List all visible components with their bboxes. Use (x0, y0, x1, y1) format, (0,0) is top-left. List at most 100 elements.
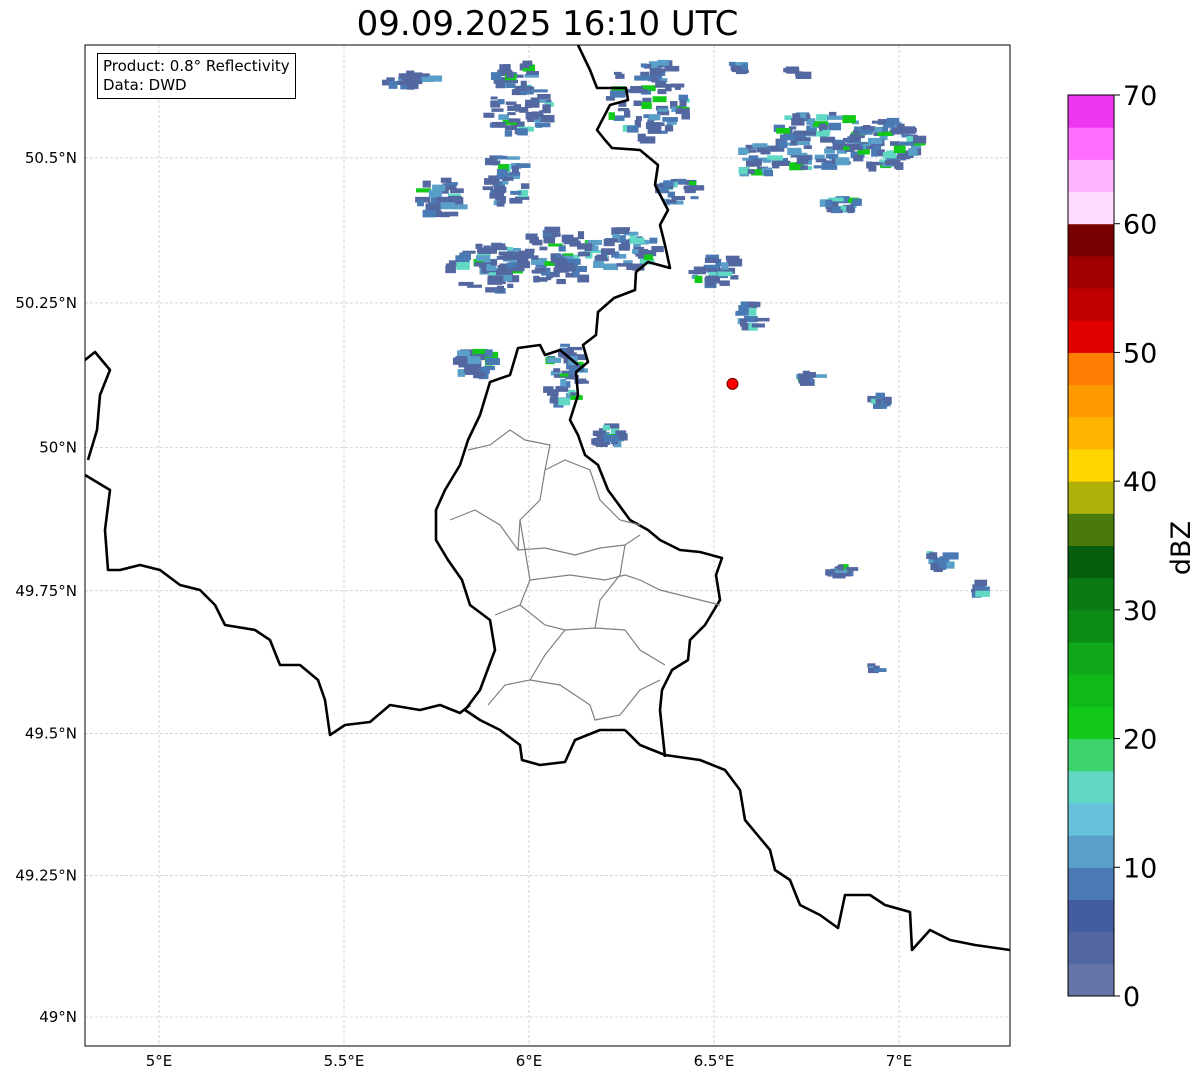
echo-pixel (593, 437, 604, 446)
echo-pixel (401, 76, 411, 81)
colorbar-bin (1068, 802, 1114, 836)
echo-pixel (728, 61, 736, 66)
echo-pixel (495, 83, 506, 89)
echo-pixel (511, 165, 519, 174)
echo-cell (482, 155, 531, 207)
echo-pixel (533, 275, 540, 283)
echo-pixel (490, 259, 498, 266)
echo-pixel (507, 112, 516, 116)
echo-pixel (649, 237, 658, 243)
echo-pixel (735, 311, 749, 316)
colorbar-bin (1068, 545, 1114, 579)
colorbar-bin (1068, 320, 1114, 353)
colorbar-bin (1068, 255, 1114, 289)
echo-pixel (525, 233, 538, 240)
echo-pixel (456, 261, 470, 270)
lat-tick-label: 50.25°N (15, 294, 77, 312)
echo-pixel (911, 135, 927, 144)
echo-cell (867, 663, 887, 674)
echo-pixel (886, 150, 895, 155)
echo-cell (796, 370, 827, 386)
echo-pixel (828, 122, 842, 131)
echo-pixel (679, 100, 687, 107)
colorbar-bin (1068, 191, 1114, 225)
echo-pixel (556, 278, 566, 285)
echo-pixel (974, 579, 988, 587)
echo-pixel (520, 183, 530, 190)
echo-cell (517, 226, 609, 285)
echo-cell (846, 117, 927, 172)
echo-pixel (747, 169, 755, 174)
echo-pixel (632, 249, 639, 254)
echo-pixel (748, 307, 757, 316)
echo-pixel (546, 357, 562, 363)
echo-pixel (566, 347, 575, 353)
echo-pixel (868, 165, 876, 169)
echo-pixel (694, 275, 703, 283)
colorbar-bin (1068, 95, 1114, 128)
colorbar-tick-label: 50 (1123, 338, 1157, 369)
echo-pixel (899, 155, 907, 161)
echo-pixel (496, 169, 508, 177)
lon-tick-label: 5°E (146, 1052, 173, 1070)
colorbar-bin (1068, 481, 1114, 514)
echo-pixel (596, 254, 608, 261)
echo-pixel (450, 188, 464, 194)
echo-pixel (721, 262, 729, 270)
echo-pixel (626, 125, 639, 133)
echo-pixel (518, 250, 534, 259)
echo-pixel (416, 199, 424, 207)
colorbar-tick-label: 60 (1123, 210, 1157, 241)
colorbar-tick-label: 40 (1123, 467, 1157, 498)
border-france-germany (624, 729, 1011, 952)
echo-pixel (746, 160, 753, 166)
border-belgium-netherlands (84, 350, 112, 461)
colorbar-label: dBZ (1166, 521, 1197, 575)
echo-pixel (508, 118, 521, 123)
echo-pixel (467, 368, 476, 373)
echo-pixel (663, 180, 674, 186)
echo-pixel (623, 110, 631, 118)
echo-pixel (550, 257, 567, 264)
echo-pixel (826, 115, 843, 120)
echo-pixel (939, 556, 950, 562)
echo-cell (738, 143, 791, 177)
echo-pixel (820, 136, 836, 143)
echo-pixel (754, 317, 770, 322)
colorbar-bin (1068, 642, 1114, 675)
colorbar-bin (1068, 609, 1114, 643)
echo-pixel (506, 71, 515, 78)
echo-pixel (671, 196, 686, 201)
echo-pixel (544, 226, 561, 233)
lon-tick-label: 6.5°E (694, 1052, 735, 1070)
echo-pixel (396, 80, 412, 85)
echo-pixel (519, 106, 528, 113)
colorbar-bin (1068, 127, 1114, 160)
echo-pixel (816, 114, 829, 121)
colorbar-bin (1068, 738, 1114, 772)
echo-pixel (488, 247, 497, 254)
echo-cell (971, 579, 990, 598)
echo-pixel (874, 668, 887, 672)
echo-cell (728, 61, 749, 75)
echo-pixel (908, 148, 918, 156)
echo-pixel (793, 131, 806, 136)
colorbar-bin (1068, 963, 1114, 997)
colorbar-tick-label: 10 (1123, 853, 1157, 884)
echo-pixel (496, 285, 505, 293)
echo-pixel (655, 80, 667, 88)
border-france-belgium (84, 473, 471, 737)
echo-pixel (559, 373, 569, 377)
echo-pixel (693, 266, 707, 275)
echo-pixel (477, 372, 486, 376)
echo-pixel (577, 243, 593, 250)
colorbar-bin (1068, 288, 1114, 321)
echo-pixel (739, 318, 747, 327)
product-label: Product: 0.8° Reflectivity (103, 57, 290, 75)
echo-pixel (717, 271, 733, 277)
echo-cell (926, 551, 959, 573)
echo-pixel (776, 127, 791, 134)
lat-tick-label: 49.25°N (15, 867, 77, 885)
echo-pixel (803, 145, 812, 150)
echo-pixel (577, 251, 590, 257)
